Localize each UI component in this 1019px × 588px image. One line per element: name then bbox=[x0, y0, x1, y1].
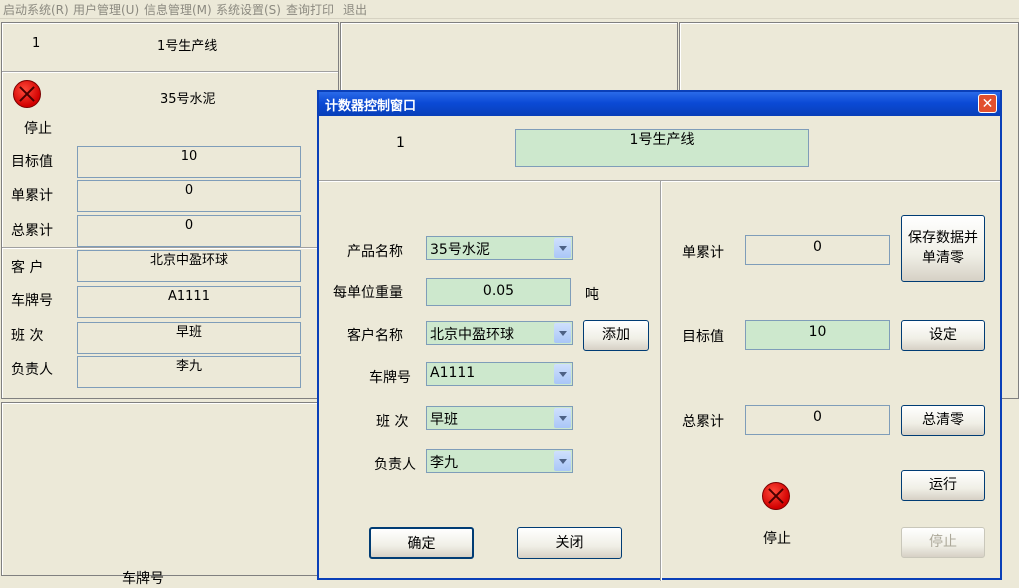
shift-select-value: 早班 bbox=[430, 412, 458, 428]
chevron-down-icon[interactable] bbox=[554, 408, 571, 428]
panel-label-manager: 负责人 bbox=[11, 362, 53, 378]
panel-divider-2 bbox=[2, 247, 338, 248]
shift-label: 班 次 bbox=[376, 414, 409, 430]
production-line-panel: 1 1号生产线 35号水泥 停止 目标值 10 单累计 0 总累计 0 客 户 … bbox=[1, 22, 339, 399]
panel-line-name: 1号生产线 bbox=[157, 39, 218, 54]
single-total-label: 单累计 bbox=[682, 245, 724, 261]
panel-label-single-total: 单累计 bbox=[11, 188, 53, 204]
panel-value-manager: 李九 bbox=[77, 356, 301, 388]
single-total-value: 0 bbox=[745, 235, 890, 265]
manager-select-value: 李九 bbox=[430, 455, 458, 471]
manager-select[interactable]: 李九 bbox=[426, 449, 573, 473]
dialog-line-name: 1号生产线 bbox=[515, 129, 809, 167]
set-button[interactable]: 设定 bbox=[901, 320, 985, 351]
dialog-titlebar[interactable]: 计数器控制窗口 ✕ bbox=[319, 92, 1000, 116]
dialog-status-text: 停止 bbox=[763, 531, 791, 547]
panel-label-total: 总累计 bbox=[11, 223, 53, 239]
product-select-value: 35号水泥 bbox=[430, 242, 490, 258]
panel-label-target: 目标值 bbox=[11, 154, 53, 170]
total-value: 0 bbox=[745, 405, 890, 435]
unit-weight-input[interactable]: 0.05 bbox=[426, 278, 571, 306]
customer-label: 客户名称 bbox=[347, 328, 403, 344]
chevron-down-icon[interactable] bbox=[554, 364, 571, 384]
panel-value-target: 10 bbox=[77, 146, 301, 178]
close-icon[interactable]: ✕ bbox=[978, 94, 997, 113]
panel-value-customer: 北京中盈环球 bbox=[77, 250, 301, 282]
plate-select[interactable]: A1111 bbox=[426, 362, 573, 386]
product-label: 产品名称 bbox=[347, 244, 403, 260]
dialog-number: 1 bbox=[396, 135, 405, 151]
panel-value-single-total: 0 bbox=[77, 180, 301, 212]
unit-weight-label: 每单位重量 bbox=[333, 285, 403, 301]
shift-select[interactable]: 早班 bbox=[426, 406, 573, 430]
menu-bar: 启动系统(R) 用户管理(U) 信息管理(M) 系统设置(S) 查询打印 退出 bbox=[0, 0, 1019, 19]
save-and-clear-label: 保存数据并单清零 bbox=[908, 230, 978, 266]
chevron-down-icon[interactable] bbox=[554, 451, 571, 471]
menu-start-system[interactable]: 启动系统(R) bbox=[3, 1, 69, 18]
counter-control-dialog: 计数器控制窗口 ✕ 1 1号生产线 产品名称 35号水泥 每单位重量 0.05 … bbox=[317, 90, 1002, 581]
manager-label: 负责人 bbox=[374, 457, 416, 473]
panel-divider bbox=[2, 71, 338, 72]
add-button[interactable]: 添加 bbox=[583, 320, 649, 351]
chevron-down-icon[interactable] bbox=[554, 323, 571, 343]
run-button[interactable]: 运行 bbox=[901, 470, 985, 501]
save-and-clear-button[interactable]: 保存数据并单清零 bbox=[901, 215, 985, 282]
ok-button[interactable]: 确定 bbox=[369, 527, 474, 559]
panel-value-total: 0 bbox=[77, 215, 301, 247]
target-input[interactable]: 10 bbox=[745, 320, 890, 350]
unit-label: 吨 bbox=[585, 287, 599, 303]
panel-label-plate: 车牌号 bbox=[11, 293, 53, 309]
dialog-title: 计数器控制窗口 bbox=[325, 99, 417, 114]
dialog-divider-vertical bbox=[660, 181, 661, 581]
status-lamp-icon bbox=[13, 80, 41, 108]
production-line-panel-4: 车牌号 bbox=[1, 402, 339, 587]
panel-value-shift: 早班 bbox=[77, 322, 301, 354]
target-label: 目标值 bbox=[682, 329, 724, 345]
panel-status: 停止 bbox=[24, 121, 52, 137]
close-button[interactable]: 关闭 bbox=[517, 527, 622, 559]
menu-system-settings[interactable]: 系统设置(S) bbox=[216, 1, 281, 18]
panel-4-partial-label: 车牌号 bbox=[122, 571, 164, 587]
panel-label-customer: 客 户 bbox=[11, 260, 44, 276]
panel-product: 35号水泥 bbox=[160, 92, 216, 107]
panel-number: 1 bbox=[32, 36, 41, 51]
total-clear-button[interactable]: 总清零 bbox=[901, 405, 985, 436]
customer-select[interactable]: 北京中盈环球 bbox=[426, 321, 573, 345]
menu-user-management[interactable]: 用户管理(U) bbox=[73, 1, 139, 18]
plate-label: 车牌号 bbox=[369, 370, 411, 386]
product-select[interactable]: 35号水泥 bbox=[426, 236, 573, 260]
plate-select-value: A1111 bbox=[430, 365, 476, 381]
customer-select-value: 北京中盈环球 bbox=[430, 327, 514, 343]
panel-label-shift: 班 次 bbox=[11, 328, 44, 344]
total-label: 总累计 bbox=[682, 414, 724, 430]
stop-button[interactable]: 停止 bbox=[901, 527, 985, 558]
panel-value-plate: A1111 bbox=[77, 286, 301, 318]
dialog-status-lamp-icon bbox=[762, 482, 790, 510]
menu-exit[interactable]: 退出 bbox=[343, 1, 367, 18]
menu-info-management[interactable]: 信息管理(M) bbox=[144, 1, 212, 18]
menu-query-print[interactable]: 查询打印 bbox=[286, 1, 334, 18]
chevron-down-icon[interactable] bbox=[554, 238, 571, 258]
